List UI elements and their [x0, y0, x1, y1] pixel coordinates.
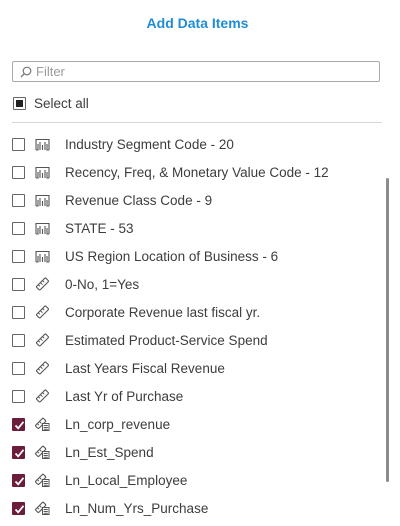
data-item-checkbox[interactable]	[12, 165, 25, 179]
calculated-measure-icon	[35, 501, 51, 515]
data-item-label: Ln_Local_Employee	[65, 472, 188, 488]
data-item-checkbox[interactable]	[12, 305, 25, 319]
divider	[12, 122, 382, 123]
scrollbar[interactable]	[386, 178, 389, 482]
category-icon	[35, 221, 51, 235]
data-item-row[interactable]: 0-No, 1=Yes	[12, 270, 139, 298]
data-item-row[interactable]: Revenue Class Code - 9	[12, 186, 212, 214]
data-item-label: Last Yr of Purchase	[65, 388, 184, 404]
calculated-measure-icon	[35, 445, 51, 459]
data-item-row[interactable]: Recency, Freq, & Monetary Value Code - 1…	[12, 158, 329, 186]
data-item-checkbox[interactable]	[12, 137, 25, 151]
measure-icon	[35, 389, 51, 403]
measure-icon	[35, 305, 51, 319]
data-item-label: Ln_Est_Spend	[65, 444, 154, 460]
data-item-label: Ln_Num_Yrs_Purchase	[65, 500, 209, 516]
category-icon	[35, 249, 51, 263]
data-item-label: STATE - 53	[65, 220, 134, 236]
measure-icon	[35, 277, 51, 291]
select-all-checkbox[interactable]: Select all	[13, 95, 89, 111]
checkmark-icon	[14, 476, 25, 486]
dialog-title: Add Data Items	[146, 15, 249, 31]
data-item-row[interactable]: Ln_corp_revenue	[12, 410, 170, 438]
filter-input[interactable]	[36, 64, 366, 79]
data-item-row[interactable]: Ln_Num_Yrs_Purchase	[12, 494, 208, 522]
data-item-label: Ln_corp_revenue	[65, 416, 171, 432]
category-icon	[35, 137, 51, 151]
select-all-label: Select all	[34, 95, 89, 111]
checkmark-icon	[14, 448, 25, 458]
data-item-checkbox[interactable]	[12, 193, 25, 207]
filter-field[interactable]	[12, 61, 380, 82]
data-item-row[interactable]: Industry Segment Code - 20	[12, 130, 234, 158]
data-item-checkbox[interactable]	[12, 221, 25, 235]
data-item-label: Corporate Revenue last fiscal yr.	[65, 304, 261, 320]
data-item-checkbox[interactable]	[12, 473, 25, 487]
data-item-checkbox[interactable]	[12, 277, 25, 291]
calculated-measure-icon	[35, 417, 51, 431]
data-item-row[interactable]: Last Yr of Purchase	[12, 382, 183, 410]
data-item-checkbox[interactable]	[12, 389, 25, 403]
data-item-checkbox[interactable]	[12, 417, 25, 431]
data-item-label: Industry Segment Code - 20	[65, 136, 234, 152]
data-item-row[interactable]: Ln_Est_Spend	[12, 438, 154, 466]
data-item-label: Last Years Fiscal Revenue	[65, 360, 225, 376]
data-item-label: Revenue Class Code - 9	[65, 192, 213, 208]
data-item-row[interactable]: US Region Location of Business - 6	[12, 242, 278, 270]
measure-icon	[35, 333, 51, 347]
search-icon	[20, 66, 32, 77]
category-icon	[35, 193, 51, 207]
data-item-label: Recency, Freq, & Monetary Value Code - 1…	[65, 164, 329, 180]
data-item-row[interactable]: Ln_Local_Employee	[12, 466, 187, 494]
data-item-label: US Region Location of Business - 6	[65, 248, 279, 264]
data-item-checkbox[interactable]	[12, 445, 25, 459]
data-item-checkbox[interactable]	[12, 249, 25, 263]
data-item-checkbox[interactable]	[12, 333, 25, 347]
data-item-label: Estimated Product-Service Spend	[65, 332, 268, 348]
data-item-row[interactable]: STATE - 53	[12, 214, 134, 242]
data-item-row[interactable]: Estimated Product-Service Spend	[12, 326, 268, 354]
measure-icon	[35, 361, 51, 375]
category-icon	[35, 165, 51, 179]
data-item-row[interactable]: Corporate Revenue last fiscal yr.	[12, 298, 260, 326]
select-all-check-box[interactable]	[13, 96, 26, 110]
calculated-measure-icon	[35, 473, 51, 487]
data-item-checkbox[interactable]	[12, 361, 25, 375]
data-item-label: 0-No, 1=Yes	[65, 276, 140, 292]
checkmark-icon	[14, 420, 25, 430]
data-item-checkbox[interactable]	[12, 501, 25, 515]
data-item-row[interactable]: Last Years Fiscal Revenue	[12, 354, 225, 382]
checkmark-icon	[14, 504, 25, 514]
